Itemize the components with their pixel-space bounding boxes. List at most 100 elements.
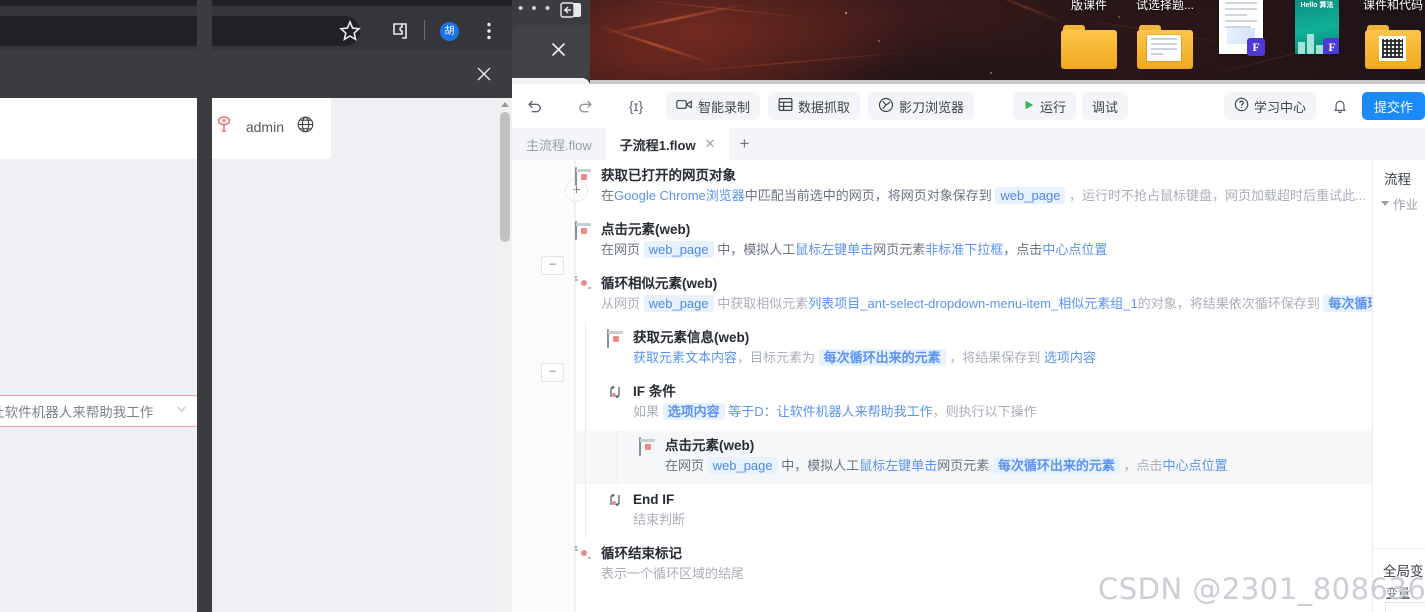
description-segment: 非标准下拉框 [925, 242, 1003, 257]
nonstandard-dropdown[interactable]: D：让软件机器人来帮助我工作 [0, 395, 198, 427]
desktop-icon-folder-plain[interactable]: 版课件 [1046, 0, 1132, 69]
table-grid-icon [778, 97, 793, 115]
flow-step-description: 表示一个循环区域的结尾 [601, 563, 744, 584]
desktop-icon-folder-sheet[interactable]: 试选择题... [1122, 0, 1208, 69]
code-variables-button[interactable]: {ɪ} [622, 92, 650, 120]
end-if-icon [607, 492, 624, 509]
debug-button[interactable]: 调试 [1082, 92, 1128, 120]
browser-globe-icon [878, 97, 894, 116]
scrollbar-thumb[interactable] [500, 112, 510, 242]
flow-step-description: 获取元素文本内容，目标元素为 每次循环出来的元素 ，将结果保存到 选项内容 [633, 347, 1096, 368]
flow-step[interactable]: End IF 结束判断 [575, 484, 1410, 538]
loop-similar-icon [575, 276, 592, 293]
folder-with-document-icon [1122, 13, 1208, 69]
flow-step-title: 获取已打开的网页对象 [601, 166, 1366, 185]
desktop-icon-label: 课件和代码 [1350, 0, 1425, 13]
description-segment: ，点击 [1003, 242, 1042, 257]
close-icon[interactable] [474, 64, 494, 84]
extensions-icon[interactable] [388, 19, 412, 43]
notifications-button[interactable] [1326, 92, 1354, 120]
flow-step[interactable]: 获取已打开的网页对象在Google Chrome浏览器中匹配当前选中的网页，将网… [575, 160, 1410, 214]
flow-tab-bar: 主流程.flow 子流程1.flow ✕ + [512, 128, 1425, 160]
flow-step[interactable]: 获取元素信息(web)获取元素文本内容，目标元素为 每次循环出来的元素 ，将结果… [575, 322, 1410, 376]
flow-step-title: 获取元素信息(web) [633, 328, 1096, 347]
description-segment: 中获取相似元素 [714, 296, 809, 311]
desktop-icon-label: 版课件 [1046, 0, 1132, 13]
desktop-icon-document[interactable]: F [1198, 0, 1284, 54]
desktop-icon-label: 试选择题... [1122, 0, 1208, 13]
close-icon[interactable]: ✕ [705, 136, 716, 152]
flow-step-description: 从网页 web_page 中获取相似元素列表项目_ant-select-drop… [601, 293, 1398, 314]
flow-step-title: IF 条件 [633, 382, 1037, 401]
description-segment: 在 [601, 188, 614, 203]
data-scrape-label: 数据抓取 [798, 97, 850, 116]
flow-step[interactable]: 点击元素(web)在网页 web_page 中，模拟人工鼠标左键单击网页元素 每… [575, 430, 1410, 484]
profile-avatar[interactable]: 胡 [440, 22, 459, 41]
add-flow-tab-button[interactable]: + [729, 128, 759, 160]
scroll-up-arrow-icon[interactable] [501, 102, 509, 107]
smart-record-button[interactable]: 智能录制 [666, 92, 760, 120]
flow-tab-label: 子流程1.flow [620, 135, 696, 154]
side-panel-icon[interactable] [560, 2, 582, 18]
description-segment: 从网页 [601, 296, 644, 311]
yingdao-browser-button[interactable]: 影刀浏览器 [868, 92, 974, 120]
flow-step[interactable]: 循环相似元素(web)从网页 web_page 中获取相似元素列表项目_ant-… [575, 268, 1410, 322]
description-segment: Google Chrome浏览器 [614, 188, 745, 203]
data-scrape-button[interactable]: 数据抓取 [768, 92, 860, 120]
description-segment: 结束判断 [633, 512, 685, 527]
description-segment: 网页元素 [873, 242, 925, 257]
watermark: CSDN @2301_80863610 [1098, 572, 1425, 606]
description-segment: 在网页 [601, 242, 644, 257]
right-properties-panel: 流程 作业 全局变 变量 [1372, 160, 1425, 612]
learning-center-button[interactable]: 学习中心 [1224, 92, 1316, 120]
flow-step-description: 在网页 web_page 中，模拟人工鼠标左键单击网页元素非标准下拉框，点击中心… [601, 239, 1107, 260]
description-segment: 网页元素 [937, 458, 993, 473]
globe-icon[interactable] [296, 115, 315, 139]
description-segment: 获取元素文本内容 [633, 350, 737, 365]
description-segment: web_page [644, 241, 714, 258]
description-segment: 表示一个循环区域的结尾 [601, 566, 744, 581]
collapse-loop-button[interactable]: – [541, 256, 564, 275]
undo-button[interactable] [520, 92, 548, 120]
page-scrollbar[interactable] [498, 98, 512, 612]
description-segment: ，将结果保存到 [946, 350, 1044, 365]
flow-step-description: 在网页 web_page 中，模拟人工鼠标左键单击网页元素 每次循环出来的元素 … [665, 455, 1228, 476]
chevron-down-icon[interactable] [175, 402, 188, 420]
user-name: admin [246, 119, 284, 135]
flow-tab-main[interactable]: 主流程.flow [512, 128, 606, 160]
page-user-area[interactable]: admin [214, 114, 315, 139]
if-branch-line [617, 430, 618, 484]
if-condition-icon [607, 384, 624, 401]
flow-step[interactable]: IF 条件如果 选项内容 等于D：让软件机器人来帮助我工作，则执行以下操作 [575, 376, 1410, 430]
flow-step-list[interactable]: 获取已打开的网页对象在Google Chrome浏览器中匹配当前选中的网页，将网… [575, 160, 1410, 612]
close-icon[interactable] [549, 40, 568, 59]
flow-tab-label: 主流程.flow [526, 135, 592, 154]
desktop-icon-folder-qr[interactable]: 课件和代码 [1350, 0, 1425, 69]
flow-step-description: 在Google Chrome浏览器中匹配当前选中的网页，将网页对象保存到 web… [601, 185, 1366, 206]
desktop-icon-book-cover[interactable]: Hello 算法 F [1274, 0, 1360, 54]
address-bar[interactable] [0, 16, 360, 46]
description-segment: ，点击 [1120, 458, 1163, 473]
page-header: admin [0, 98, 331, 160]
nonstandard-select-row: 非标下拉框： D：让软件机器人来帮助我工作 [0, 395, 198, 427]
redo-button[interactable] [572, 92, 600, 120]
collapse-if-button[interactable]: – [541, 363, 564, 382]
flow-step-title: End IF [633, 490, 685, 509]
page-form-area: pink 非标下拉框： D：让软件机器人来帮助我工作 [0, 159, 331, 612]
description-segment: 的对象，将结果依次循环保存到 [1138, 296, 1324, 311]
caret-down-icon[interactable] [1381, 201, 1389, 206]
book-cover-icon: Hello 算法 F [1274, 0, 1360, 54]
more-vertical-icon[interactable] [477, 19, 501, 43]
book-cover-title: Hello 算法 [1295, 0, 1339, 10]
browser-window-icon [575, 168, 592, 185]
description-segment: 中，模拟人工 [714, 242, 796, 257]
run-button[interactable]: 运行 [1013, 92, 1076, 120]
submit-job-label: 提交作 [1374, 97, 1413, 116]
overflow-dots-icon[interactable]: • • • [518, 3, 552, 15]
flow-tree-item[interactable]: 作业 [1381, 194, 1418, 213]
flow-step[interactable]: 点击元素(web)在网页 web_page 中，模拟人工鼠标左键单击网页元素非标… [575, 214, 1410, 268]
flow-tab-sub1[interactable]: 子流程1.flow ✕ [606, 128, 730, 160]
chrome-toolbar: 胡 [0, 6, 512, 50]
star-icon[interactable] [338, 19, 362, 43]
submit-job-button[interactable]: 提交作 [1362, 92, 1425, 120]
